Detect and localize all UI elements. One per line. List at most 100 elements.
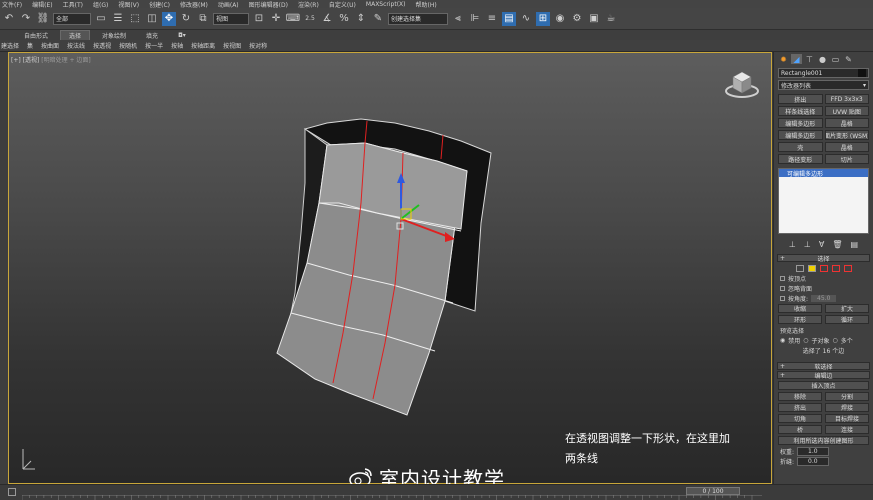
configure-sets-icon[interactable]: ▤: [851, 240, 859, 249]
soft-selection-rollout-header[interactable]: 软选择: [777, 362, 870, 371]
pivot-center-icon[interactable]: ⊡: [252, 12, 266, 26]
ribbon-cmd-by-normal[interactable]: 按法线: [67, 41, 85, 50]
select-manipulate-icon[interactable]: ✛: [269, 12, 283, 26]
by-vertex-row[interactable]: 按顶点: [780, 274, 867, 283]
edit-named-sets-icon[interactable]: ✎: [371, 12, 385, 26]
split-button[interactable]: 分割: [825, 392, 869, 401]
mod-btn-ffd[interactable]: FFD 3x3x3: [824, 94, 869, 104]
ribbon-cmd-make-selection[interactable]: 建选择: [1, 41, 19, 50]
object-color-swatch[interactable]: [858, 69, 866, 77]
select-move-icon[interactable]: ✥: [162, 11, 176, 26]
ring-button[interactable]: 环形: [778, 315, 822, 324]
render-frame-icon[interactable]: ▣: [587, 12, 601, 26]
spinner-snap-icon[interactable]: ⇕: [354, 12, 368, 26]
ribbon-cmd-by-pivot-distance[interactable]: 按轴距离: [191, 41, 215, 50]
timeline-toggle-icon[interactable]: [8, 488, 16, 496]
mod-btn-shell[interactable]: 壳: [778, 142, 823, 152]
select-object-icon[interactable]: ▭: [94, 12, 108, 26]
remove-button[interactable]: 移除: [778, 392, 822, 401]
snap-toggle-icon[interactable]: 2.5: [303, 12, 317, 26]
ribbon-cmd-by-surface[interactable]: 按曲面: [41, 41, 59, 50]
mod-btn-patch-deform[interactable]: 面片变形 (WSM): [824, 130, 869, 140]
show-end-result-icon[interactable]: ⊥: [804, 240, 811, 249]
object-name-field[interactable]: Rectangle001: [778, 68, 869, 78]
modifier-stack[interactable]: 可编辑多边形: [778, 168, 869, 234]
tab-freeform[interactable]: 自由形式: [16, 31, 56, 40]
weld-button[interactable]: 焊接: [825, 403, 869, 412]
mod-btn-slice[interactable]: 切片: [824, 154, 869, 164]
tab-object-paint[interactable]: 对象绘制: [94, 31, 134, 40]
preview-multi-radio[interactable]: ○: [833, 337, 838, 344]
selection-filter-dropdown[interactable]: 全部: [53, 12, 91, 25]
select-by-name-icon[interactable]: ☰: [111, 12, 125, 26]
tab-selection[interactable]: 选择: [60, 29, 91, 41]
bridge-button[interactable]: 桥: [778, 425, 822, 434]
ribbon-cmd-by-pivot[interactable]: 按轴: [171, 41, 183, 50]
border-level-icon[interactable]: [820, 265, 828, 272]
extrude-button[interactable]: 挤出: [778, 403, 822, 412]
create-tab-icon[interactable]: ✹: [778, 54, 789, 64]
weight-value[interactable]: 1.0: [797, 446, 829, 456]
object-name-value[interactable]: Rectangle001: [781, 70, 822, 77]
mod-btn-uvw-map[interactable]: UVW 贴图: [824, 106, 869, 116]
loop-button[interactable]: 循环: [825, 315, 869, 324]
create-shape-button[interactable]: 利用所选内容创建图形: [778, 436, 869, 445]
redo-icon[interactable]: ↷: [19, 12, 33, 26]
edit-edges-rollout-header[interactable]: 编辑边: [777, 371, 870, 380]
schematic-view-icon[interactable]: ⊞: [536, 11, 550, 26]
select-rotate-icon[interactable]: ↻: [179, 12, 193, 26]
modifier-list-dropdown[interactable]: 修改器列表 ▾: [778, 80, 869, 90]
crease-value[interactable]: 0.0: [797, 456, 829, 466]
ribbon-cmd-by-perspective[interactable]: 按透视: [93, 41, 111, 50]
insert-vertex-button[interactable]: 插入顶点: [778, 381, 869, 390]
ignore-backfacing-checkbox[interactable]: [780, 285, 785, 291]
motion-tab-icon[interactable]: ●: [817, 54, 828, 64]
undo-icon[interactable]: ↶: [2, 12, 16, 26]
by-angle-checkbox[interactable]: [780, 295, 785, 301]
selection-rollout-header[interactable]: 选择: [777, 254, 870, 263]
timeline-ticks[interactable]: [22, 495, 762, 500]
hierarchy-tab-icon[interactable]: ⊤: [804, 54, 815, 64]
ribbon-cmd-by-random[interactable]: 按随机: [119, 41, 137, 50]
material-editor-icon[interactable]: ◉: [553, 12, 567, 26]
render-icon[interactable]: ☕: [604, 12, 618, 26]
ribbon-cmd-sets[interactable]: 集: [27, 41, 33, 50]
mirror-icon[interactable]: ⫷: [451, 12, 465, 26]
shrink-button[interactable]: 收缩: [778, 304, 822, 313]
rect-region-icon[interactable]: ⬚: [128, 12, 142, 26]
align-icon[interactable]: ⊫: [468, 12, 482, 26]
pin-stack-icon[interactable]: ⊥: [789, 240, 796, 249]
connect-button[interactable]: 连接: [825, 425, 869, 434]
mod-btn-lattice-2[interactable]: 晶格: [824, 142, 869, 152]
percent-snap-icon[interactable]: %: [337, 12, 351, 26]
mod-btn-edit-poly[interactable]: 编辑多边形: [778, 118, 823, 128]
by-angle-row[interactable]: 按角度: 45.0: [780, 294, 867, 303]
polygon-level-icon[interactable]: [832, 265, 840, 272]
ribbon-cmd-by-half[interactable]: 按一半: [145, 41, 163, 50]
keyboard-shortcut-icon[interactable]: ⌨: [286, 12, 300, 26]
target-weld-button[interactable]: 目标焊接: [825, 414, 869, 423]
curve-editor-icon[interactable]: ∿: [519, 12, 533, 26]
link-icon[interactable]: ⛓: [36, 12, 50, 26]
mod-btn-edit-poly-2[interactable]: 编辑多边形: [778, 130, 823, 140]
time-slider[interactable]: 0 / 100: [686, 487, 740, 495]
angle-snap-icon[interactable]: ∡: [320, 12, 334, 26]
utilities-tab-icon[interactable]: ✎: [843, 54, 854, 64]
named-selection-dropdown[interactable]: 创建选择集: [388, 12, 448, 25]
tab-populate[interactable]: 填充: [138, 31, 166, 40]
element-level-icon[interactable]: [844, 265, 852, 272]
by-angle-value[interactable]: 45.0: [811, 294, 837, 302]
ignore-backfacing-row[interactable]: 忽略背面: [780, 284, 867, 293]
edge-level-icon[interactable]: [808, 265, 816, 272]
make-unique-icon[interactable]: ∀: [819, 240, 824, 249]
grow-button[interactable]: 扩大: [825, 304, 869, 313]
ref-coord-dropdown[interactable]: 视图: [213, 12, 249, 25]
remove-modifier-icon[interactable]: 🗑: [832, 240, 842, 249]
ribbon-options-icon[interactable]: ◘▾: [170, 32, 194, 39]
ribbon-cmd-by-view[interactable]: 按视图: [223, 41, 241, 50]
vertex-level-icon[interactable]: [796, 265, 804, 272]
window-crossing-icon[interactable]: ◫: [145, 12, 159, 26]
mod-btn-path-deform[interactable]: 路径变形: [778, 154, 823, 164]
stack-item-editable-poly[interactable]: 可编辑多边形: [779, 169, 868, 178]
ribbon-toggle-icon[interactable]: ▤: [502, 11, 516, 26]
